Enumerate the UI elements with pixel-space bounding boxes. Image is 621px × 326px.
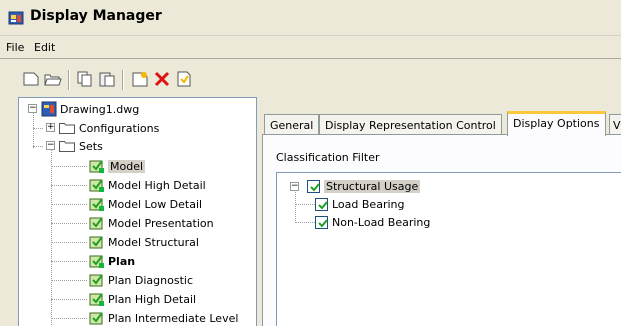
tree-node-label: Model Structural <box>108 235 199 249</box>
window-title: Display Manager <box>30 8 162 24</box>
toolbar-separator <box>68 70 70 90</box>
tree-line <box>51 299 87 300</box>
filter-node-label: Non-Load Bearing <box>332 215 431 229</box>
display-set-icon <box>89 312 103 325</box>
tree-line <box>33 128 43 129</box>
tree-line <box>51 204 87 205</box>
tree-node-set[interactable]: Model Presentation <box>89 214 214 232</box>
tree-node-sets[interactable]: Sets <box>59 137 103 155</box>
tree-line <box>33 146 43 147</box>
checkbox-checked[interactable] <box>307 179 320 193</box>
tab-display-options[interactable]: Display Options <box>507 111 606 136</box>
tree-node-configurations[interactable]: Configurations <box>59 119 159 137</box>
filter-node-child[interactable]: Load Bearing <box>315 195 404 213</box>
tree-line <box>51 318 87 319</box>
display-set-icon <box>89 179 104 192</box>
tree-node-label: Model Presentation <box>108 216 214 230</box>
collapse-toggle[interactable]: − <box>290 182 299 191</box>
drawing-icon <box>41 101 57 117</box>
checkbox-checked[interactable] <box>315 215 328 229</box>
tab-general[interactable]: General <box>264 114 320 135</box>
tree-node-label: Model High Detail <box>108 178 206 192</box>
filter-node-root[interactable]: Structural Usage <box>307 177 421 195</box>
tree-line <box>51 223 87 224</box>
open-icon[interactable] <box>44 70 62 88</box>
delete-icon[interactable] <box>153 70 171 88</box>
tree-node-label: Model Low Detail <box>108 197 203 211</box>
folder-icon <box>59 123 75 134</box>
title-bar: Display Manager <box>0 0 621 36</box>
expand-toggle[interactable]: + <box>46 123 55 132</box>
display-set-icon <box>89 293 104 306</box>
tree-node-label: Plan <box>108 254 136 268</box>
tree-line <box>295 204 315 205</box>
tree-node-label: Drawing1.dwg <box>60 102 140 116</box>
tree-line <box>51 261 87 262</box>
new-icon[interactable] <box>22 70 40 88</box>
tree-node-set[interactable]: Model Structural <box>89 233 199 251</box>
tree-line <box>51 166 87 167</box>
display-set-icon <box>89 255 104 268</box>
display-tree[interactable]: − Drawing1.dwg + Configurations − Sets M… <box>18 97 257 326</box>
display-set-icon <box>89 217 103 230</box>
collapse-toggle[interactable]: − <box>46 141 55 150</box>
filter-node-label: Structural Usage <box>324 179 421 193</box>
tree-line <box>51 242 87 243</box>
classification-filter-tree[interactable]: − Structural Usage Load Bearing Non-Load… <box>276 172 621 326</box>
folder-open-icon <box>59 141 75 152</box>
tree-node-set[interactable]: Model <box>89 157 146 175</box>
tree-line <box>295 192 296 223</box>
tree-node-label: Sets <box>79 139 103 153</box>
tree-node-set[interactable]: Model High Detail <box>89 176 206 194</box>
tree-node-set[interactable]: Plan High Detail <box>89 290 196 308</box>
display-set-icon <box>89 198 104 211</box>
tree-line <box>295 222 315 223</box>
display-set-icon <box>89 236 103 249</box>
display-manager-icon <box>8 11 24 25</box>
checkbox-checked[interactable] <box>315 197 328 211</box>
toolbar <box>0 62 621 96</box>
menu-edit[interactable]: Edit <box>34 41 55 54</box>
toolbar-separator <box>122 70 124 90</box>
tree-line <box>51 280 87 281</box>
purge-icon[interactable] <box>175 70 193 88</box>
tree-node-label: Configurations <box>79 121 160 135</box>
tab-partial[interactable]: V <box>609 114 621 135</box>
display-set-icon <box>89 160 104 173</box>
tree-node-set[interactable]: Plan <box>89 252 135 270</box>
menu-file[interactable]: File <box>6 41 24 54</box>
filter-node-child[interactable]: Non-Load Bearing <box>315 213 430 231</box>
tree-node-set[interactable]: Plan Intermediate Level <box>89 309 238 326</box>
tree-node-label: Plan Intermediate Level <box>108 311 239 325</box>
filter-node-label: Load Bearing <box>332 197 405 211</box>
tab-display-representation-control[interactable]: Display Representation Control <box>319 114 502 135</box>
tree-node-set[interactable]: Plan Diagnostic <box>89 271 193 289</box>
paste-icon[interactable] <box>98 70 116 88</box>
tab-strip: General Display Representation Control D… <box>262 111 621 136</box>
tree-node-label: Plan High Detail <box>108 292 197 306</box>
tree-node-label: Model <box>108 159 146 173</box>
copy-icon[interactable] <box>76 70 94 88</box>
menu-bar: File Edit <box>0 37 621 59</box>
tree-node-label: Plan Diagnostic <box>108 273 193 287</box>
tree-node-set[interactable]: Model Low Detail <box>89 195 202 213</box>
collapse-toggle[interactable]: − <box>28 104 37 113</box>
tree-line <box>51 185 87 186</box>
new-style-icon[interactable] <box>131 70 149 88</box>
display-set-icon <box>89 274 103 287</box>
classification-filter-label: Classification Filter <box>276 151 380 164</box>
tree-node-root[interactable]: Drawing1.dwg <box>41 100 139 118</box>
